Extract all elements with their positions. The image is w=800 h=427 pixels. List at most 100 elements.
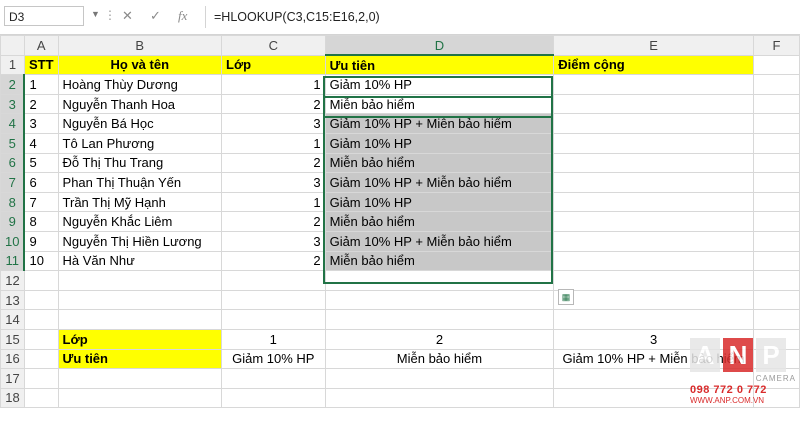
cell-stt[interactable]: 2 — [23, 93, 59, 115]
cell-name[interactable]: Nguyễn Khắc Liêm — [57, 211, 223, 232]
header-cell-bonus[interactable]: Điểm cộng — [553, 54, 754, 76]
cell-stt[interactable]: 8 — [23, 211, 59, 232]
cell-stt[interactable]: 3 — [23, 113, 59, 134]
cell[interactable] — [752, 270, 800, 291]
cell-bonus[interactable] — [553, 230, 754, 252]
column-header-c[interactable]: C — [221, 35, 326, 56]
column-header-a[interactable]: A — [23, 35, 59, 56]
lookup-key[interactable]: 2 — [324, 328, 555, 350]
cell[interactable] — [324, 289, 555, 311]
cell-priority[interactable]: Giảm 10% HP + Miễn bảo hiểm — [324, 113, 555, 134]
lookup-key[interactable]: 1 — [221, 328, 326, 350]
cell-bonus[interactable] — [553, 172, 754, 193]
lookup-label-priority[interactable]: Ưu tiên — [57, 348, 223, 370]
cell-priority[interactable]: Miễn bảo hiểm — [324, 211, 555, 232]
cell-stt[interactable]: 10 — [23, 250, 59, 272]
cell[interactable] — [324, 368, 555, 389]
cell[interactable] — [57, 309, 223, 330]
cell[interactable] — [553, 309, 754, 330]
column-header-b[interactable]: B — [57, 35, 223, 56]
cell-name[interactable]: Đỗ Thị Thu Trang — [57, 152, 223, 174]
cell-priority[interactable]: Giảm 10% HP — [324, 132, 555, 154]
cell-bonus[interactable] — [553, 74, 754, 95]
cell[interactable] — [752, 250, 800, 272]
cell[interactable] — [324, 270, 555, 291]
header-cell-stt[interactable]: STT — [23, 54, 59, 76]
cell[interactable] — [23, 368, 59, 389]
column-header-e[interactable]: E — [553, 35, 754, 56]
cell-name[interactable]: Tô Lan Phương — [57, 132, 223, 154]
cell[interactable] — [221, 270, 326, 291]
cell[interactable] — [752, 54, 800, 76]
cell[interactable] — [752, 93, 800, 115]
cell-class[interactable]: 1 — [221, 132, 326, 154]
cell-class[interactable]: 3 — [221, 230, 326, 252]
cell[interactable] — [752, 289, 800, 311]
cell[interactable] — [752, 74, 800, 95]
cell[interactable] — [23, 328, 59, 350]
row-header[interactable]: 16 — [0, 348, 25, 370]
lookup-value[interactable]: Miễn bảo hiểm — [324, 348, 555, 370]
cell[interactable] — [324, 387, 555, 409]
column-header-f[interactable]: F — [752, 35, 800, 56]
row-header[interactable]: 7 — [0, 172, 26, 193]
row-header[interactable]: 4 — [0, 113, 26, 134]
cell-bonus[interactable] — [553, 113, 754, 134]
cell-bonus[interactable] — [553, 93, 754, 115]
cell-priority[interactable]: Giảm 10% HP — [324, 191, 555, 213]
cell-class[interactable]: 1 — [221, 191, 326, 213]
row-header[interactable]: 10 — [0, 230, 26, 252]
cell-bonus[interactable] — [553, 250, 754, 272]
row-header[interactable]: 8 — [0, 191, 26, 213]
row-header[interactable]: 1 — [0, 54, 25, 76]
fx-icon[interactable]: fx — [178, 8, 187, 24]
cell[interactable] — [752, 191, 800, 213]
cell[interactable] — [752, 211, 800, 232]
cell[interactable] — [57, 270, 223, 291]
cell[interactable] — [752, 230, 800, 252]
row-header[interactable]: 11 — [0, 250, 26, 272]
cell-class[interactable]: 3 — [221, 113, 326, 134]
row-header[interactable]: 9 — [0, 211, 26, 232]
row-header[interactable]: 18 — [0, 387, 25, 409]
row-header[interactable]: 6 — [0, 152, 26, 174]
cell[interactable] — [324, 309, 555, 330]
cell-stt[interactable]: 4 — [23, 132, 59, 154]
cell-bonus[interactable] — [553, 211, 754, 232]
cell-stt[interactable]: 6 — [23, 172, 59, 193]
cell-name[interactable]: Phan Thị Thuận Yến — [57, 172, 223, 193]
cell-class[interactable]: 2 — [221, 152, 326, 174]
cell-priority[interactable]: Miễn bảo hiểm — [324, 250, 555, 272]
cell-priority[interactable]: Giảm 10% HP + Miễn bảo hiểm — [324, 172, 555, 193]
cell[interactable] — [57, 387, 223, 409]
cell[interactable] — [221, 309, 326, 330]
cell[interactable] — [23, 348, 59, 370]
cell-name[interactable]: Nguyễn Bá Học — [57, 113, 223, 134]
row-header[interactable]: 3 — [0, 93, 26, 115]
cell-bonus[interactable] — [553, 152, 754, 174]
cell-stt[interactable]: 9 — [23, 230, 59, 252]
header-cell-class[interactable]: Lớp — [221, 54, 326, 76]
cell-stt[interactable]: 5 — [23, 152, 59, 174]
x-icon[interactable]: ✕ — [122, 8, 133, 24]
cell[interactable] — [221, 289, 326, 311]
cell-name[interactable]: Nguyễn Thị Hiền Lương — [57, 230, 223, 252]
lookup-value[interactable]: Giảm 10% HP — [221, 348, 326, 370]
lookup-label-class[interactable]: Lớp — [57, 328, 223, 350]
cell-name[interactable]: Trần Thị Mỹ Hạnh — [57, 191, 223, 213]
cell[interactable] — [752, 113, 800, 134]
row-header[interactable]: 12 — [0, 270, 25, 291]
cell[interactable] — [23, 270, 59, 291]
cell-name[interactable]: Hoàng Thùy Dương — [57, 74, 223, 95]
cell-class[interactable]: 1 — [221, 74, 326, 95]
cell[interactable] — [752, 309, 800, 330]
active-cell-d3[interactable]: Miễn bảo hiểm — [324, 93, 555, 115]
quick-analysis-icon[interactable]: ▦ — [558, 289, 574, 305]
select-all-corner[interactable] — [0, 35, 25, 56]
cell-stt[interactable]: 1 — [23, 74, 59, 95]
cell[interactable] — [23, 289, 59, 311]
cell-priority[interactable]: Giảm 10% HP + Miễn bảo hiểm — [324, 230, 555, 252]
cell-bonus[interactable] — [553, 132, 754, 154]
cell[interactable] — [752, 152, 800, 174]
cell[interactable] — [23, 309, 59, 330]
